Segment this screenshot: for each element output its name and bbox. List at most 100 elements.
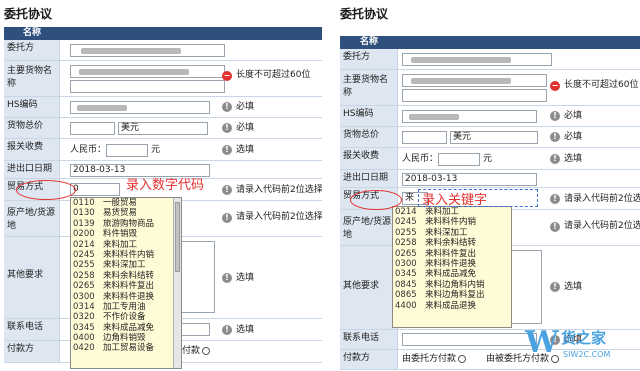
- right-io-date-input[interactable]: 2018-03-13: [402, 173, 537, 186]
- left-customs-fee-hint: 选填: [236, 145, 255, 155]
- watermark-url: SIW2C.COM: [563, 350, 611, 359]
- left-other-label: 其他要求: [4, 237, 60, 318]
- right-phone-input[interactable]: [402, 333, 537, 346]
- watermark-logo: W 货之家 SIW2C.COM: [525, 325, 630, 367]
- option-name: 来料余料结转: [425, 238, 477, 249]
- right-goods-name-input-2[interactable]: [402, 89, 547, 102]
- left-customs-fee-input[interactable]: [106, 144, 148, 157]
- right-payer-option-1-label: 由委托方付款: [402, 354, 457, 364]
- left-dropdown-option[interactable]: 0345 来料成品减免: [71, 323, 181, 333]
- left-dropdown-scrollbar[interactable]: [173, 198, 181, 368]
- left-dropdown-option[interactable]: 0110 一般贸易: [71, 198, 181, 208]
- left-trade-mode-dropdown[interactable]: 0110 一般贸易 0130 易货贸易 0139 旅游购物商品 0200 料件销毁 0214 来料…: [70, 197, 182, 369]
- right-form-panel: 委托协议 名称 委托方 主要货物名称 − 长度不可超过60位 HS编码 ! 必填…: [330, 0, 640, 371]
- right-currency-select[interactable]: 美元: [450, 131, 538, 144]
- right-customs-fee-input[interactable]: [438, 153, 480, 166]
- left-dropdown-option[interactable]: 0420 加工贸易设备: [71, 343, 181, 353]
- right-dropdown-option[interactable]: 0865 来料边角料复出: [393, 290, 511, 300]
- left-dropdown-option[interactable]: 0258 来料余料结转: [71, 271, 181, 281]
- info-icon: !: [222, 273, 232, 283]
- watermark-w-mark: W: [525, 325, 559, 360]
- right-dropdown-option[interactable]: 0255 来料深加工: [393, 228, 511, 238]
- right-trade-mode-dropdown[interactable]: 0214 来料加工 0245 来料料件内销 0255 来料深加工 0258 来料余料结转 026…: [392, 206, 512, 328]
- right-consignor-input[interactable]: [402, 53, 552, 66]
- left-dropdown-option[interactable]: 0255 来料深加工: [71, 260, 181, 270]
- left-dropdown-option[interactable]: 0139 旅游购物商品: [71, 219, 181, 229]
- left-phone-hint: 选填: [236, 325, 255, 335]
- right-dropdown-list: 0214 来料加工 0245 来料料件内销 0255 来料深加工 0258 来料余料结转 026…: [393, 207, 511, 311]
- left-dropdown-option[interactable]: 0214 来料加工: [71, 240, 181, 250]
- left-dropdown-option[interactable]: 0400 边角料销毁: [71, 333, 181, 343]
- right-dropdown-option[interactable]: 0214 来料加工: [393, 207, 511, 217]
- right-dropdown-option[interactable]: 0300 来料料件退换: [393, 259, 511, 269]
- left-dropdown-option[interactable]: 0300 来料料件退换: [71, 292, 181, 302]
- left-column-header: 名称: [4, 27, 60, 40]
- option-code: 0345: [73, 322, 95, 333]
- right-dropdown-option[interactable]: 0245 来料料件内销: [393, 217, 511, 227]
- left-goods-name-hint: 长度不可超过60位: [236, 70, 311, 80]
- right-rmb-label: 人民币：: [402, 154, 439, 164]
- option-name: 来料加工: [103, 239, 138, 250]
- left-hs-code-redacted: [77, 105, 127, 111]
- option-name: 不作价设备: [103, 312, 146, 323]
- left-phone-label: 联系电话: [4, 319, 60, 340]
- left-yuan-label: 元: [151, 145, 161, 155]
- option-code: 0110: [73, 198, 95, 208]
- left-origin-hint: 请录入代码前2位选择: [236, 212, 322, 222]
- left-dropdown-option[interactable]: 0200 料件销毁: [71, 229, 181, 239]
- option-code: 0214: [73, 239, 95, 250]
- right-hs-code-input[interactable]: [402, 110, 537, 123]
- right-total-price-input[interactable]: [402, 131, 447, 144]
- left-dropdown-option[interactable]: 0130 易货贸易: [71, 208, 181, 218]
- left-payer-option[interactable]: 付款: [182, 345, 211, 358]
- right-hs-code-redacted: [409, 114, 459, 120]
- right-customs-fee-hint: 选填: [564, 154, 583, 164]
- right-row-hs-code: HS编码 ! 必填: [340, 106, 640, 127]
- right-consignor-redacted: [411, 57, 511, 63]
- right-row-goods-name: 主要货物名称 − 长度不可超过60位: [340, 70, 640, 106]
- left-dropdown-option[interactable]: 0314 加工专用油: [71, 302, 181, 312]
- right-payer-radio-1[interactable]: [458, 354, 467, 363]
- option-name: 来料料件内销: [425, 217, 477, 228]
- left-trade-mode-input[interactable]: 0: [70, 183, 120, 196]
- right-io-date-label: 进出口日期: [340, 170, 398, 187]
- right-payer-option-1[interactable]: 由委托方付款: [402, 353, 467, 366]
- left-goods-name-input[interactable]: [70, 65, 225, 78]
- right-row-consignor: 委托方: [340, 49, 640, 70]
- option-name: 一般贸易: [103, 198, 138, 208]
- left-consignor-input[interactable]: [70, 44, 225, 57]
- left-row-hs-code: HS编码 ! 必填: [4, 97, 322, 118]
- option-code: 0400: [73, 333, 95, 344]
- left-currency-select[interactable]: 美元: [118, 122, 208, 135]
- left-row-consignor: 委托方: [4, 40, 322, 61]
- left-dropdown-scroll-thumb[interactable]: [175, 202, 180, 272]
- left-goods-name-input-2[interactable]: [70, 80, 225, 93]
- option-name: 来料余料结转: [103, 270, 155, 281]
- left-dropdown-option[interactable]: 0320 不作价设备: [71, 312, 181, 322]
- right-dropdown-option[interactable]: 0345 来料成品减免: [393, 269, 511, 279]
- right-column-header: 名称: [340, 36, 398, 49]
- right-dropdown-option[interactable]: 0265 来料料件复出: [393, 249, 511, 259]
- option-code: 0245: [395, 217, 417, 228]
- left-dropdown-option[interactable]: 0245 来料料件内销: [71, 250, 181, 260]
- right-dropdown-option[interactable]: 0258 来料余料结转: [393, 238, 511, 248]
- left-payer-radio[interactable]: [202, 346, 211, 355]
- info-icon: !: [550, 282, 560, 292]
- right-dropdown-option[interactable]: 0845 来料边角料内销: [393, 280, 511, 290]
- left-annotation: 录入数字代码: [126, 178, 205, 193]
- left-total-price-input[interactable]: [70, 122, 115, 135]
- right-goods-name-input[interactable]: [402, 74, 547, 87]
- left-customs-fee-label: 报关收费: [4, 139, 60, 160]
- option-name: 来料料件退换: [103, 291, 155, 302]
- option-name: 来料料件内销: [103, 249, 155, 260]
- option-code: 0265: [73, 281, 95, 292]
- option-name: 加工专用油: [103, 301, 146, 312]
- option-code: 0420: [73, 343, 95, 354]
- right-row-customs-fee: 报关收费 人民币： 元 ! 选填: [340, 148, 640, 170]
- right-other-label: 其他要求: [340, 246, 398, 329]
- info-icon: !: [222, 123, 232, 133]
- left-hs-code-input[interactable]: [70, 101, 210, 114]
- right-dropdown-option[interactable]: 4400 来料成品退换: [393, 301, 511, 311]
- left-dropdown-option[interactable]: 0265 来料料件复出: [71, 281, 181, 291]
- left-page-title: 委托协议: [4, 7, 53, 21]
